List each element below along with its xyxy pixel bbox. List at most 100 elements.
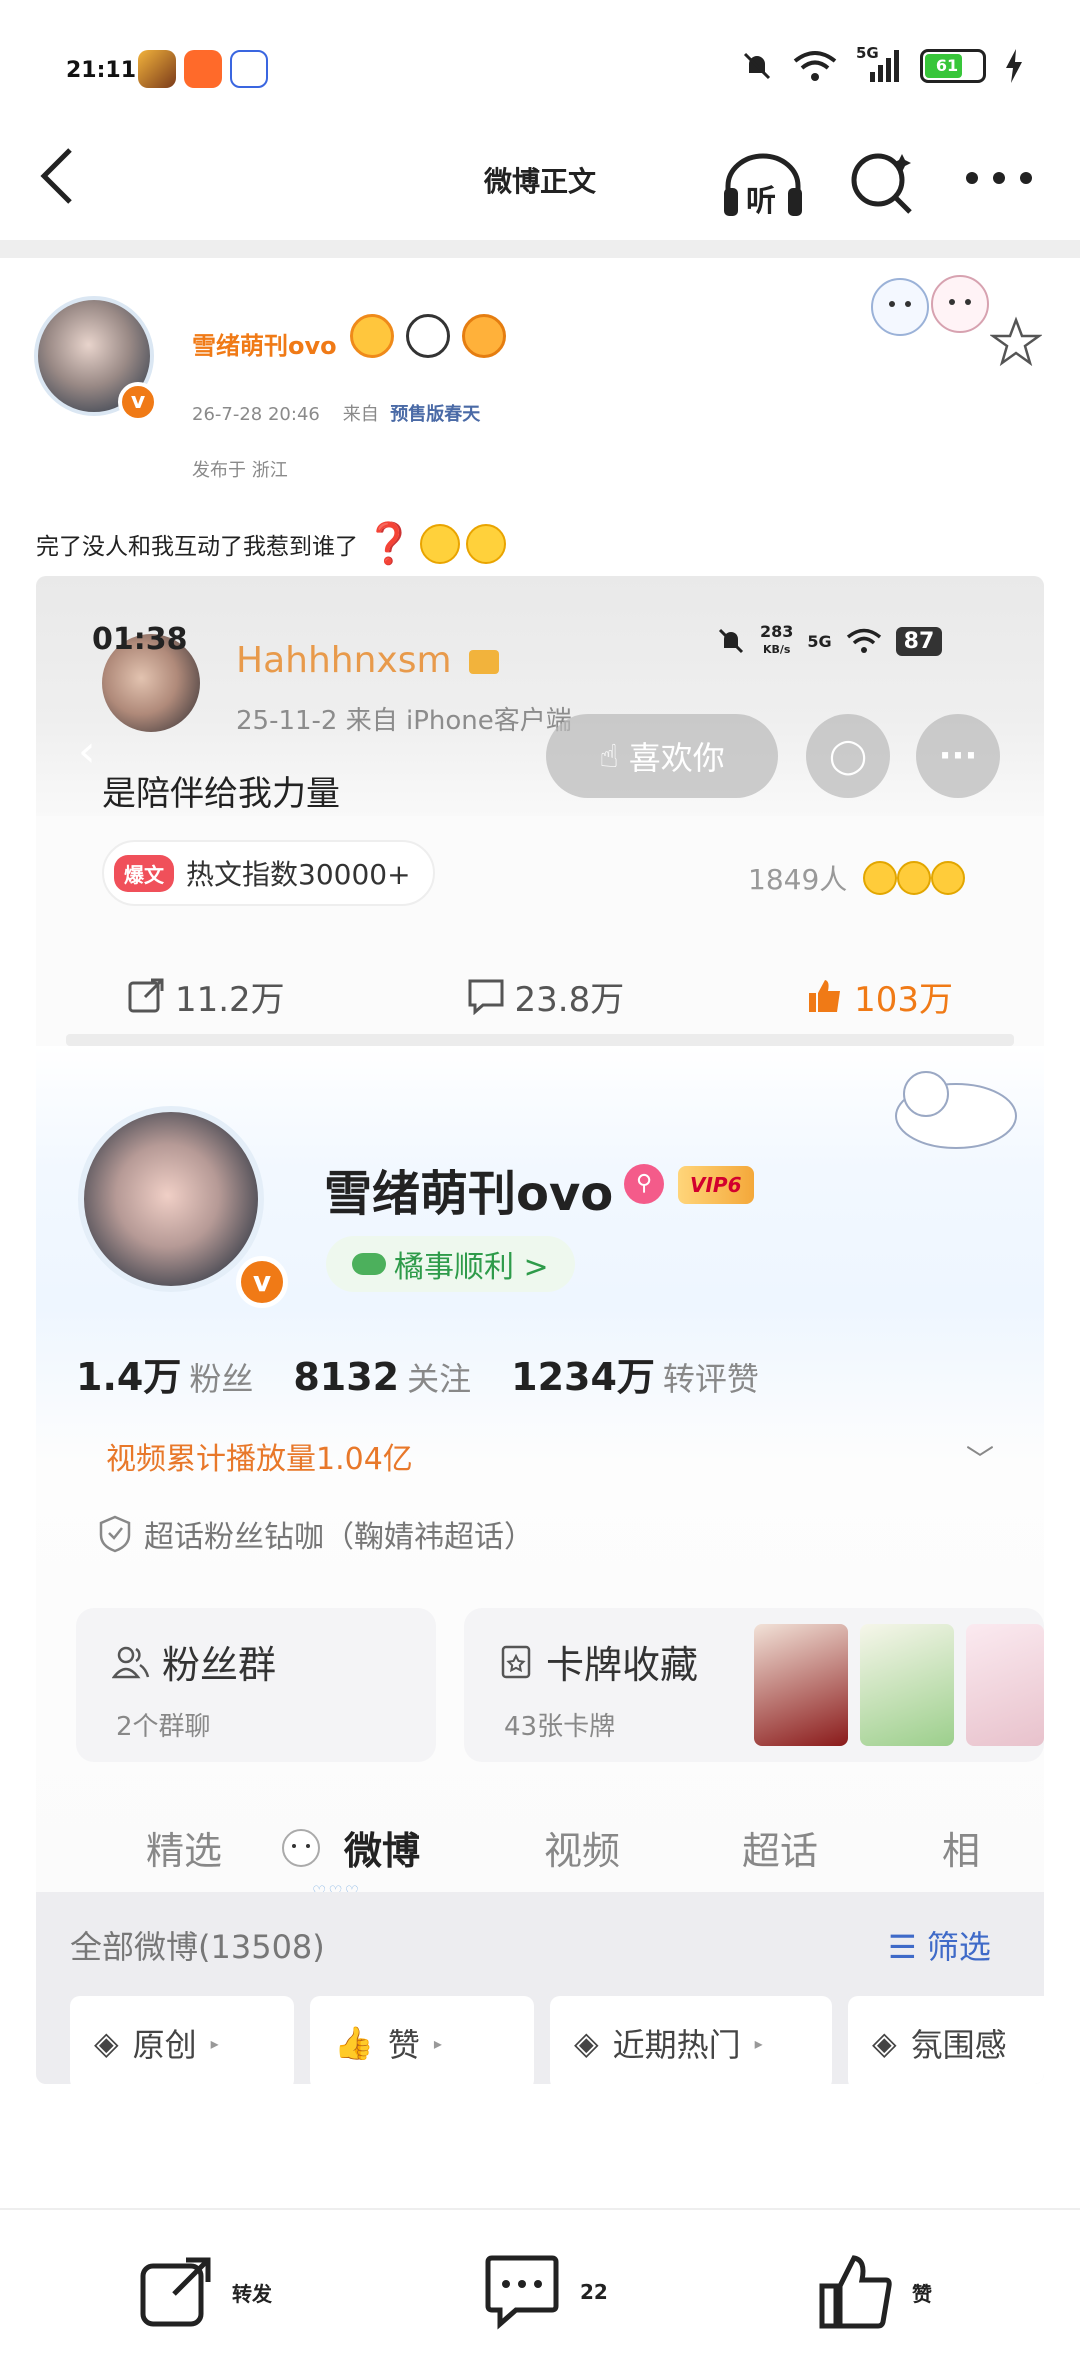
- user-badges: [350, 314, 506, 358]
- embedded-network: 5G: [807, 631, 832, 651]
- crown-badge-icon[interactable]: [350, 314, 394, 358]
- tab-featured: 精选: [146, 1829, 223, 1873]
- post-username[interactable]: 雪绪萌刊ovo: [192, 326, 337, 361]
- profile-verified-icon: v: [236, 1256, 288, 1308]
- listen-button[interactable]: 听: [720, 150, 806, 220]
- fan-group-title: 粉丝群: [162, 1643, 277, 1687]
- tab-super-topic: 超话: [742, 1829, 819, 1873]
- video-views: 视频累计播放量1.04亿: [106, 1442, 413, 1477]
- embedded-back-icon: ‹: [78, 726, 96, 777]
- nav-bar: 微博正文 听: [0, 120, 1080, 240]
- embedded-search-icon: ◯: [806, 714, 890, 798]
- comment-button[interactable]: 22: [482, 2254, 608, 2330]
- hot-tag: 爆文: [114, 854, 174, 892]
- embedded-comment: 23.8万: [467, 972, 624, 1021]
- bottom-action-bar: 转发 22 赞: [0, 2208, 1080, 2372]
- panda-badge-icon[interactable]: [406, 314, 450, 358]
- status-app-icons: [138, 50, 268, 88]
- shocked-face-icon: [419, 523, 460, 564]
- all-weibo-count: 全部微博(13508): [70, 1928, 325, 1966]
- favorite-star-icon[interactable]: [990, 316, 1042, 368]
- filter-button: ☰ 筛选: [888, 1928, 991, 1966]
- baidu-app-icon: [230, 50, 268, 88]
- profile-name: 雪绪萌刊ovo: [324, 1166, 614, 1222]
- repost-button[interactable]: 转发: [138, 2254, 272, 2330]
- search-icon[interactable]: [846, 146, 918, 218]
- game-app-icon: [138, 50, 176, 88]
- status-time: 21:11: [66, 58, 137, 83]
- post-source[interactable]: 预售版春天: [390, 404, 480, 425]
- card-collection-sub: 43张卡牌: [504, 1712, 616, 1742]
- post-image[interactable]: 01:38 Hahhhnxsm 25-11-2 来自 iPhone客户端 283…: [36, 576, 1044, 2084]
- pufferfish-badge-icon[interactable]: [462, 314, 506, 358]
- wifi-icon: [793, 51, 837, 81]
- verified-badge-icon: v: [118, 382, 158, 422]
- status-right: 5G 61: [740, 44, 1024, 84]
- share-icon: [140, 2257, 211, 2327]
- embedded-more-icon: ···: [916, 714, 1000, 798]
- tab-video: 视频: [544, 1829, 621, 1873]
- embedded-post-text: 是陪伴给我力量: [102, 774, 340, 814]
- embedded-like: 103万: [806, 972, 953, 1021]
- embedded-status-bar: 283 KB/s 5G 87: [716, 624, 943, 658]
- embedded-divider: [66, 1034, 1014, 1046]
- share-icon: [128, 978, 164, 1013]
- post-from-prefix: 来自: [342, 404, 379, 425]
- group-icon: [112, 1646, 150, 1678]
- profile-tabs: 精选 微博 ♡♡♡ 视频 超话 相: [36, 1796, 1044, 1901]
- card-icon: [501, 1645, 531, 1678]
- card-thumbnail: [754, 1624, 848, 1746]
- post-meta: 26-7-28 20:46 来自 预售版春天: [192, 400, 480, 426]
- follow-stat: 8132 关注: [293, 1355, 472, 1399]
- embedded-repost: 11.2万: [127, 972, 285, 1021]
- post-text: 完了没人和我互动了我惹到谁了: [36, 533, 358, 560]
- embedded-meta: 25-11-2 来自 iPhone客户端: [236, 706, 572, 736]
- comment-icon: [468, 979, 504, 1015]
- comment-count: 22: [580, 2280, 608, 2304]
- card-collection: 卡牌收藏 43张卡牌: [464, 1608, 1044, 1762]
- interact-stat: 1234万 转评赞: [511, 1355, 759, 1399]
- bears-decoration-icon: [871, 275, 989, 336]
- embedded-action-bar: 11.2万 23.8万 103万: [36, 956, 1044, 1036]
- repost-label: 转发: [232, 2281, 272, 2306]
- fans-stat: 1.4万 粉丝: [76, 1355, 254, 1399]
- mute-icon: [743, 52, 771, 80]
- sleeping-cat-decoration-icon: [895, 1071, 1017, 1149]
- embedded-profile: v 雪绪萌刊ovo ⚲ VIP6 橘事顺利 > 1.4万 粉丝 8132 关注 12…: [36, 1046, 1044, 2084]
- fan-group-sub: 2个群聊: [116, 1712, 211, 1742]
- bear-tab-icon: [282, 1829, 320, 1867]
- vip-badge: VIP6: [678, 1166, 754, 1204]
- like-you-pill: ☝ 喜欢你: [546, 714, 778, 798]
- card-thumbnail: [860, 1624, 954, 1746]
- status-bar: 21:11 5G 61: [0, 0, 1080, 120]
- card-thumbnail: [966, 1624, 1044, 1746]
- chip-original: ◈ 原创 ▸: [70, 1996, 294, 2084]
- post-datetime: 26-7-28 20:46: [192, 404, 320, 425]
- thumbs-up-icon: [809, 980, 841, 1012]
- layers-icon: ◈: [94, 2024, 119, 2062]
- like-label: 赞: [912, 2281, 932, 2306]
- charging-icon: [1006, 49, 1022, 83]
- like-button[interactable]: 赞: [818, 2254, 932, 2330]
- shocked-face-icon: [465, 523, 506, 564]
- embedded-battery: 87: [895, 626, 943, 656]
- divider: [0, 240, 1080, 258]
- wifi-icon: [846, 628, 881, 653]
- hand-icon: ☝: [599, 737, 619, 775]
- shield-icon: [99, 1515, 131, 1553]
- question-emoji: ❓: [364, 521, 414, 567]
- chip-liked: 👍 赞 ▸: [310, 1996, 534, 2084]
- cloud-icon: [352, 1253, 386, 1275]
- layers-icon: ◈: [872, 2024, 897, 2062]
- tab-album: 相: [942, 1829, 981, 1873]
- more-icon[interactable]: [964, 168, 1034, 188]
- orange-app-icon: [184, 50, 222, 88]
- chip-atmosphere: ◈ 氛围感: [848, 1996, 1044, 2084]
- page-title: 微博正文: [483, 165, 596, 198]
- hot-index-pill: 爆文 热文指数30000+: [102, 840, 435, 906]
- comment-icon: [485, 2255, 559, 2330]
- signal-icon: 5G: [856, 44, 902, 84]
- mute-icon: [718, 628, 744, 654]
- embedded-username: Hahhhnxsm: [236, 640, 499, 681]
- hot-index: 热文指数30000+: [186, 858, 411, 891]
